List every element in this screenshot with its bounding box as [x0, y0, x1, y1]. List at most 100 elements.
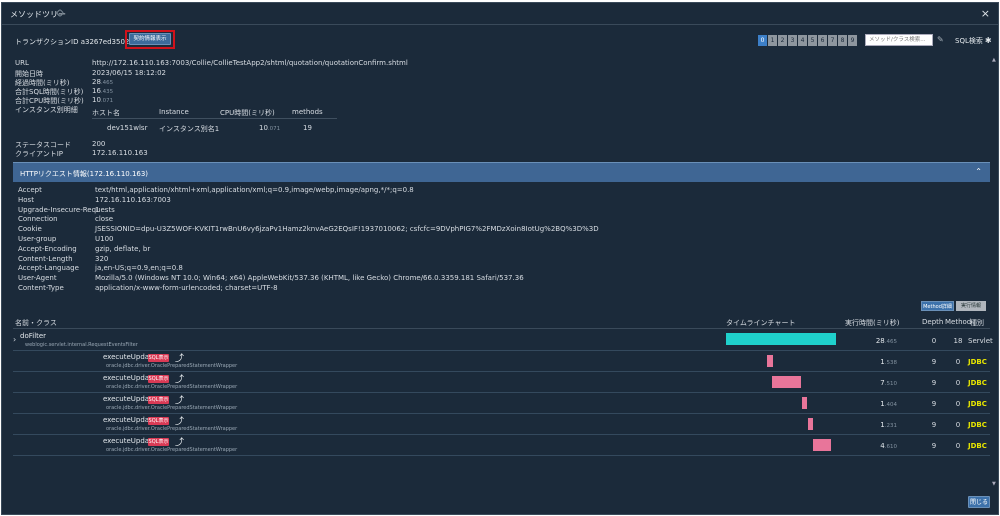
- method-class: oracle.jdbc.driver.OraclePreparedStateme…: [106, 363, 238, 369]
- http-header-value: text/html,application/xhtml+xml,applicat…: [95, 186, 414, 194]
- exec-time: 1.404: [880, 400, 897, 408]
- method-name: doFilter: [20, 332, 47, 340]
- kind-label: JDBC: [968, 358, 987, 366]
- method-class: oracle.jdbc.driver.OraclePreparedStateme…: [106, 405, 238, 411]
- th-name: 名前・クラス: [15, 319, 57, 327]
- kind-label: JDBC: [968, 379, 987, 387]
- page-9[interactable]: 9: [848, 35, 857, 46]
- jump-up-icon[interactable]: ⤴: [175, 372, 184, 385]
- table-row[interactable]: › doFilter weblogic.servlet.internal.Reque…: [13, 330, 993, 351]
- collapse-icon[interactable]: ⌃: [975, 167, 982, 176]
- instance-table-rule: [92, 118, 337, 119]
- http-request-section-header[interactable]: HTTPリクエスト情報(172.16.110.163) ⌃: [13, 162, 990, 182]
- table-row[interactable]: executeUpdate oracle.jdbc.driver.OraclePr…: [13, 414, 990, 435]
- th-kind: 種別: [970, 319, 984, 327]
- jump-up-icon[interactable]: ⤴: [175, 435, 184, 448]
- td-cpu: 10.071: [259, 124, 281, 132]
- http-header-value: 172.16.110.163:7003: [95, 195, 171, 204]
- http-section-title: HTTPリクエスト情報(172.16.110.163): [20, 170, 149, 178]
- close-icon[interactable]: ×: [981, 7, 990, 20]
- method-class: weblogic.servlet.internal.RequestEventsF…: [25, 342, 138, 348]
- status-value: 200: [92, 140, 106, 148]
- url-label: URL: [15, 59, 29, 67]
- scroll-down-icon[interactable]: ▼: [992, 481, 996, 487]
- http-header-value: gzip, deflate, br: [95, 244, 151, 253]
- page-3[interactable]: 3: [788, 35, 797, 46]
- page-7[interactable]: 7: [828, 35, 837, 46]
- pin-icon[interactable]: ✎: [937, 35, 945, 44]
- instance-label: インスタンス別明細: [15, 106, 78, 114]
- http-header-key: User-group: [18, 235, 57, 243]
- timeline-bar: [772, 376, 802, 388]
- sql-show-badge[interactable]: SQL表示: [148, 438, 169, 446]
- exec-time: 28.465: [875, 337, 897, 345]
- table-row[interactable]: executeUpdate oracle.jdbc.driver.OraclePr…: [13, 393, 990, 414]
- close-button[interactable]: 閉じる: [968, 496, 990, 508]
- http-header-value: 320: [95, 254, 109, 263]
- tab-exec-info[interactable]: 実行情報: [956, 301, 986, 311]
- depth-value: 9: [931, 379, 937, 387]
- kind-label: JDBC: [968, 400, 987, 408]
- page-2[interactable]: 2: [778, 35, 787, 46]
- page-0[interactable]: 0: [758, 35, 767, 46]
- http-header-key: Content-Length: [18, 254, 73, 263]
- table-row[interactable]: executeUpdate oracle.jdbc.driver.OraclePr…: [13, 351, 990, 372]
- jump-up-icon[interactable]: ⤴: [175, 393, 184, 406]
- http-header-key: Accept-Encoding: [18, 244, 77, 253]
- scroll-up-icon[interactable]: ▲: [992, 57, 996, 63]
- sql-show-badge[interactable]: SQL表示: [148, 396, 169, 404]
- kind-label: JDBC: [968, 421, 987, 429]
- th-timeline: タイムラインチャート: [726, 319, 796, 327]
- jump-up-icon[interactable]: ⤴: [175, 414, 184, 427]
- scrollbar[interactable]: ▲ ▼: [992, 57, 997, 487]
- contract-info-button[interactable]: 契約情報表示: [129, 33, 171, 45]
- sql-show-badge[interactable]: SQL表示: [148, 417, 169, 425]
- depth-value: 9: [931, 421, 937, 429]
- http-header-key: Content-Type: [18, 284, 64, 292]
- expand-icon[interactable]: ›: [13, 335, 16, 344]
- toolbar: トランザクションID a3267ed35022a8c1 契約情報表示 01234…: [2, 27, 998, 55]
- http-header-value: 1: [95, 205, 100, 214]
- method-class: oracle.jdbc.driver.OraclePreparedStateme…: [106, 384, 238, 390]
- client-value: 172.16.110.163: [92, 149, 148, 157]
- exec-time: 1.231: [880, 421, 897, 429]
- sql-search-button[interactable]: SQL検索 ✱: [955, 36, 992, 46]
- timeline-bar: [726, 333, 836, 345]
- http-header-key: Accept: [18, 186, 42, 194]
- http-header-value: U100: [95, 235, 114, 243]
- sql-show-badge[interactable]: SQL表示: [148, 354, 169, 362]
- th-instance: Instance: [159, 108, 189, 116]
- page-1[interactable]: 1: [768, 35, 777, 46]
- http-header-value: application/x-www-form-urlencoded; chars…: [95, 284, 278, 292]
- kind-label: Servlet: [968, 337, 993, 345]
- http-header-value: Mozilla/5.0 (Windows NT 10.0; Win64; x64…: [95, 274, 524, 283]
- table-row[interactable]: executeUpdate oracle.jdbc.driver.OraclePr…: [13, 372, 990, 393]
- page-4[interactable]: 4: [798, 35, 807, 46]
- start-value: 2023/06/15 18:12:02: [92, 69, 167, 77]
- jump-up-icon[interactable]: ⤴: [175, 351, 184, 364]
- timeline-bar: [807, 418, 813, 430]
- elapsed-value: 28.465: [92, 78, 114, 86]
- sql-show-badge[interactable]: SQL表示: [148, 375, 169, 383]
- page-6[interactable]: 6: [818, 35, 827, 46]
- method-count: 0: [955, 379, 961, 387]
- method-count: 18: [953, 337, 963, 345]
- gear-icon: ✱: [984, 36, 992, 45]
- method-search-input[interactable]: [865, 34, 933, 46]
- tab-method-detail[interactable]: Method詳細: [921, 301, 954, 311]
- page-8[interactable]: 8: [838, 35, 847, 46]
- timeline-bar: [766, 355, 773, 367]
- http-header-value: JSESSIONID=dpu-U3Z5WOF-KVKIT1rwBnU6vy6jz…: [95, 225, 599, 234]
- depth-value: 9: [931, 358, 937, 366]
- method-class: oracle.jdbc.driver.OraclePreparedStateme…: [106, 426, 238, 432]
- depth-value: 9: [931, 442, 937, 450]
- http-header-key: Cookie: [18, 225, 42, 234]
- page-5[interactable]: 5: [808, 35, 817, 46]
- td-host: dev151wlsr: [107, 124, 148, 132]
- http-header-key: User-Agent: [18, 274, 57, 283]
- url-value: http://172.16.110.163:7003/Collie/Collie…: [92, 59, 408, 67]
- table-row[interactable]: executeUpdate oracle.jdbc.driver.OraclePr…: [13, 435, 990, 456]
- exec-time: 7.510: [880, 379, 897, 387]
- cpu-total-value: 10.071: [92, 96, 114, 104]
- sql-total-value: 16.435: [92, 87, 114, 95]
